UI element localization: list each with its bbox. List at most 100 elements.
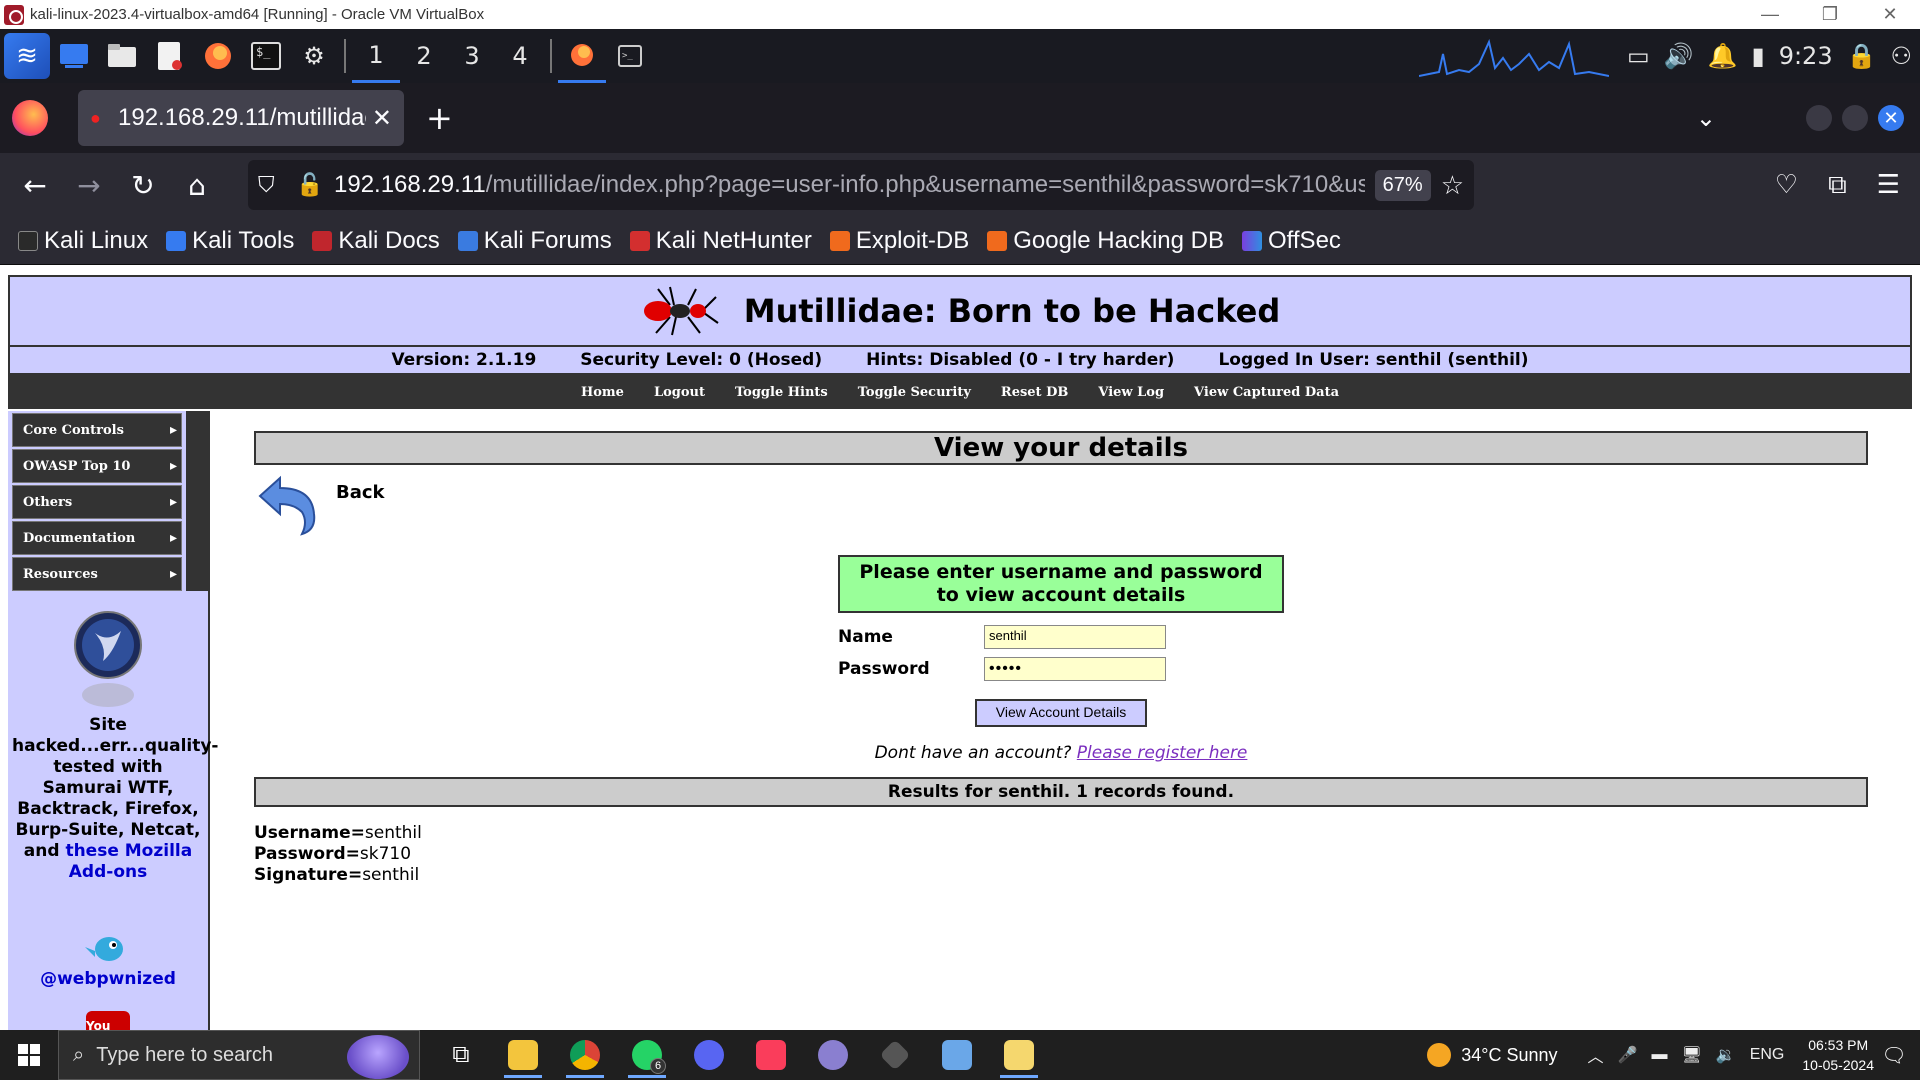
back-arrow-icon[interactable]: ← [8, 169, 62, 202]
password-input[interactable]: ••••• [984, 657, 1166, 681]
top-menu: Home Logout Toggle Hints Toggle Security… [8, 375, 1912, 409]
lock-icon[interactable]: 🔒 [1847, 42, 1877, 70]
unity-icon[interactable] [864, 1030, 926, 1080]
bookmark-kali-nethunter[interactable]: Kali NetHunter [629, 227, 812, 255]
bookmark-google-hacking-db[interactable]: Google Hacking DB [987, 227, 1224, 255]
file-manager-icon[interactable] [100, 34, 144, 78]
zoom-level-button[interactable]: 67% [1374, 169, 1431, 201]
bookmark-kali-linux[interactable]: Kali Linux [18, 227, 148, 255]
twitter-bird-icon[interactable] [83, 929, 133, 965]
window-maximize-button[interactable] [1842, 105, 1868, 131]
workspace-4[interactable]: 4 [496, 29, 544, 83]
battery-icon[interactable]: ▮ [1751, 42, 1764, 70]
workspace-3[interactable]: 3 [448, 29, 496, 83]
url-bar[interactable]: ⛉ 🔓 192.168.29.11 /mutillidae/index.php?… [248, 160, 1474, 210]
chrome-icon[interactable] [554, 1030, 616, 1080]
tracking-shield-icon[interactable]: ⛉ [258, 172, 288, 198]
list-all-tabs-icon[interactable]: ⌄ [1696, 104, 1716, 132]
microphone-icon[interactable]: 🎤 [1618, 1045, 1638, 1065]
bookmark-kali-docs[interactable]: Kali Docs [312, 227, 440, 255]
notification-bell-icon[interactable]: 🔔 [1708, 42, 1738, 70]
menu-view-log[interactable]: View Log [1098, 385, 1164, 400]
bookmark-kali-tools[interactable]: Kali Tools [166, 227, 294, 255]
window-close-button[interactable]: ✕ [1878, 105, 1904, 131]
minimize-button[interactable]: — [1740, 4, 1800, 25]
firefox-launcher-icon[interactable] [196, 34, 240, 78]
tab-close-icon[interactable]: ✕ [372, 104, 392, 133]
sidebar-item-core-controls[interactable]: Core Controls [12, 413, 182, 447]
browser-icon[interactable] [802, 1030, 864, 1080]
menu-view-captured-data[interactable]: View Captured Data [1194, 385, 1339, 400]
back-row[interactable]: Back [254, 471, 1868, 539]
sidebar-item-documentation[interactable]: Documentation [12, 521, 182, 555]
virtualbox-taskbar-icon[interactable] [926, 1030, 988, 1080]
new-tab-button[interactable]: + [426, 99, 453, 137]
settings-gear-icon[interactable]: ⚙ [292, 34, 336, 78]
taskbar-search[interactable]: ⌕ Type here to search [58, 1030, 420, 1080]
bookmark-kali-forums[interactable]: Kali Forums [457, 227, 612, 255]
firefox-view-icon[interactable] [12, 100, 48, 136]
itunes-icon[interactable] [740, 1030, 802, 1080]
text-editor-icon[interactable] [148, 34, 192, 78]
insecure-lock-icon[interactable]: 🔓 [296, 172, 326, 198]
panel-clock[interactable]: 9:23 [1779, 42, 1833, 70]
notification-center-icon[interactable]: 🗨 [1874, 1043, 1914, 1068]
network-icon[interactable]: 🖥 [1681, 1045, 1701, 1065]
menu-logout[interactable]: Logout [654, 385, 705, 400]
menu-reset-db[interactable]: Reset DB [1001, 385, 1068, 400]
whatsapp-icon[interactable]: 6 [616, 1030, 678, 1080]
tray-chevron-icon[interactable]: ︿ [1588, 1043, 1604, 1067]
bookmark-star-icon[interactable]: ☆ [1441, 170, 1464, 201]
kali-menu-icon[interactable]: ≋ [4, 33, 50, 79]
register-link[interactable]: Please register here [1077, 743, 1248, 763]
reload-icon[interactable]: ↻ [116, 169, 170, 202]
home-icon[interactable]: ⌂ [170, 169, 224, 202]
menu-home[interactable]: Home [581, 385, 624, 400]
firefox-window-button[interactable] [558, 29, 606, 83]
language-indicator[interactable]: ENG [1750, 1046, 1785, 1064]
bookmark-offsec[interactable]: OffSec [1241, 227, 1341, 255]
extensions-icon[interactable]: ⧉ [1828, 170, 1847, 201]
workspace-1[interactable]: 1 [352, 29, 400, 83]
name-label: Name [838, 627, 893, 647]
menu-toggle-hints[interactable]: Toggle Hints [735, 385, 828, 400]
username-input[interactable]: senthil [984, 625, 1166, 649]
hamburger-menu-icon[interactable]: ☰ [1877, 170, 1900, 201]
back-arrow-icon[interactable] [254, 474, 324, 536]
twitter-handle-link[interactable]: @webpwnized [8, 969, 208, 989]
volume-icon[interactable]: 🔊 [1664, 42, 1694, 70]
folder-icon[interactable] [988, 1030, 1050, 1080]
discord-icon[interactable] [678, 1030, 740, 1080]
close-button[interactable]: ✕ [1860, 4, 1920, 25]
restore-button[interactable]: ❐ [1800, 4, 1860, 25]
bookmark-exploit-db[interactable]: Exploit-DB [829, 227, 969, 255]
file-explorer-icon[interactable] [492, 1030, 554, 1080]
terminal-window-button[interactable]: >_ [606, 29, 654, 83]
terminal-icon[interactable]: $_ [244, 34, 288, 78]
view-account-details-button[interactable]: View Account Details [975, 699, 1147, 727]
logged-in-user-text: Logged In User: senthil (senthil) [1218, 350, 1529, 370]
mozilla-addons-link[interactable]: these Mozilla Add-ons [65, 841, 192, 882]
battery-tray-icon[interactable]: ▬ [1651, 1046, 1667, 1064]
speaker-icon[interactable]: 🔉 [1716, 1045, 1736, 1065]
task-view-icon[interactable]: ⧉ [430, 1030, 492, 1080]
start-button[interactable] [0, 1030, 58, 1080]
sidebar-item-owasp-top-10[interactable]: OWASP Top 10 [12, 449, 182, 483]
pocket-icon[interactable]: ♡ [1775, 170, 1798, 201]
window-minimize-button[interactable] [1806, 105, 1832, 131]
workspace-2[interactable]: 2 [400, 29, 448, 83]
owasp-logo-icon[interactable] [73, 609, 143, 709]
sidebar-item-others[interactable]: Others [12, 485, 182, 519]
forward-arrow-icon[interactable]: → [62, 169, 116, 202]
show-desktop-icon[interactable] [52, 34, 96, 78]
user-icon[interactable]: ⚇ [1890, 42, 1912, 70]
back-label[interactable]: Back [336, 482, 385, 503]
sidebar-item-resources[interactable]: Resources [12, 557, 182, 591]
weather-widget[interactable]: 34°C Sunny [1427, 1043, 1558, 1067]
tab-mutillidae[interactable]: ● 192.168.29.11/mutillidae/index.php ✕ [78, 90, 404, 146]
menu-toggle-security[interactable]: Toggle Security [858, 385, 971, 400]
taskbar-clock[interactable]: 06:53 PM 10-05-2024 [1802, 1035, 1874, 1075]
display-icon[interactable]: ▭ [1627, 42, 1650, 70]
youtube-icon[interactable]: You Tube [86, 1011, 130, 1030]
prompt-line-2: to view account details [936, 584, 1186, 606]
